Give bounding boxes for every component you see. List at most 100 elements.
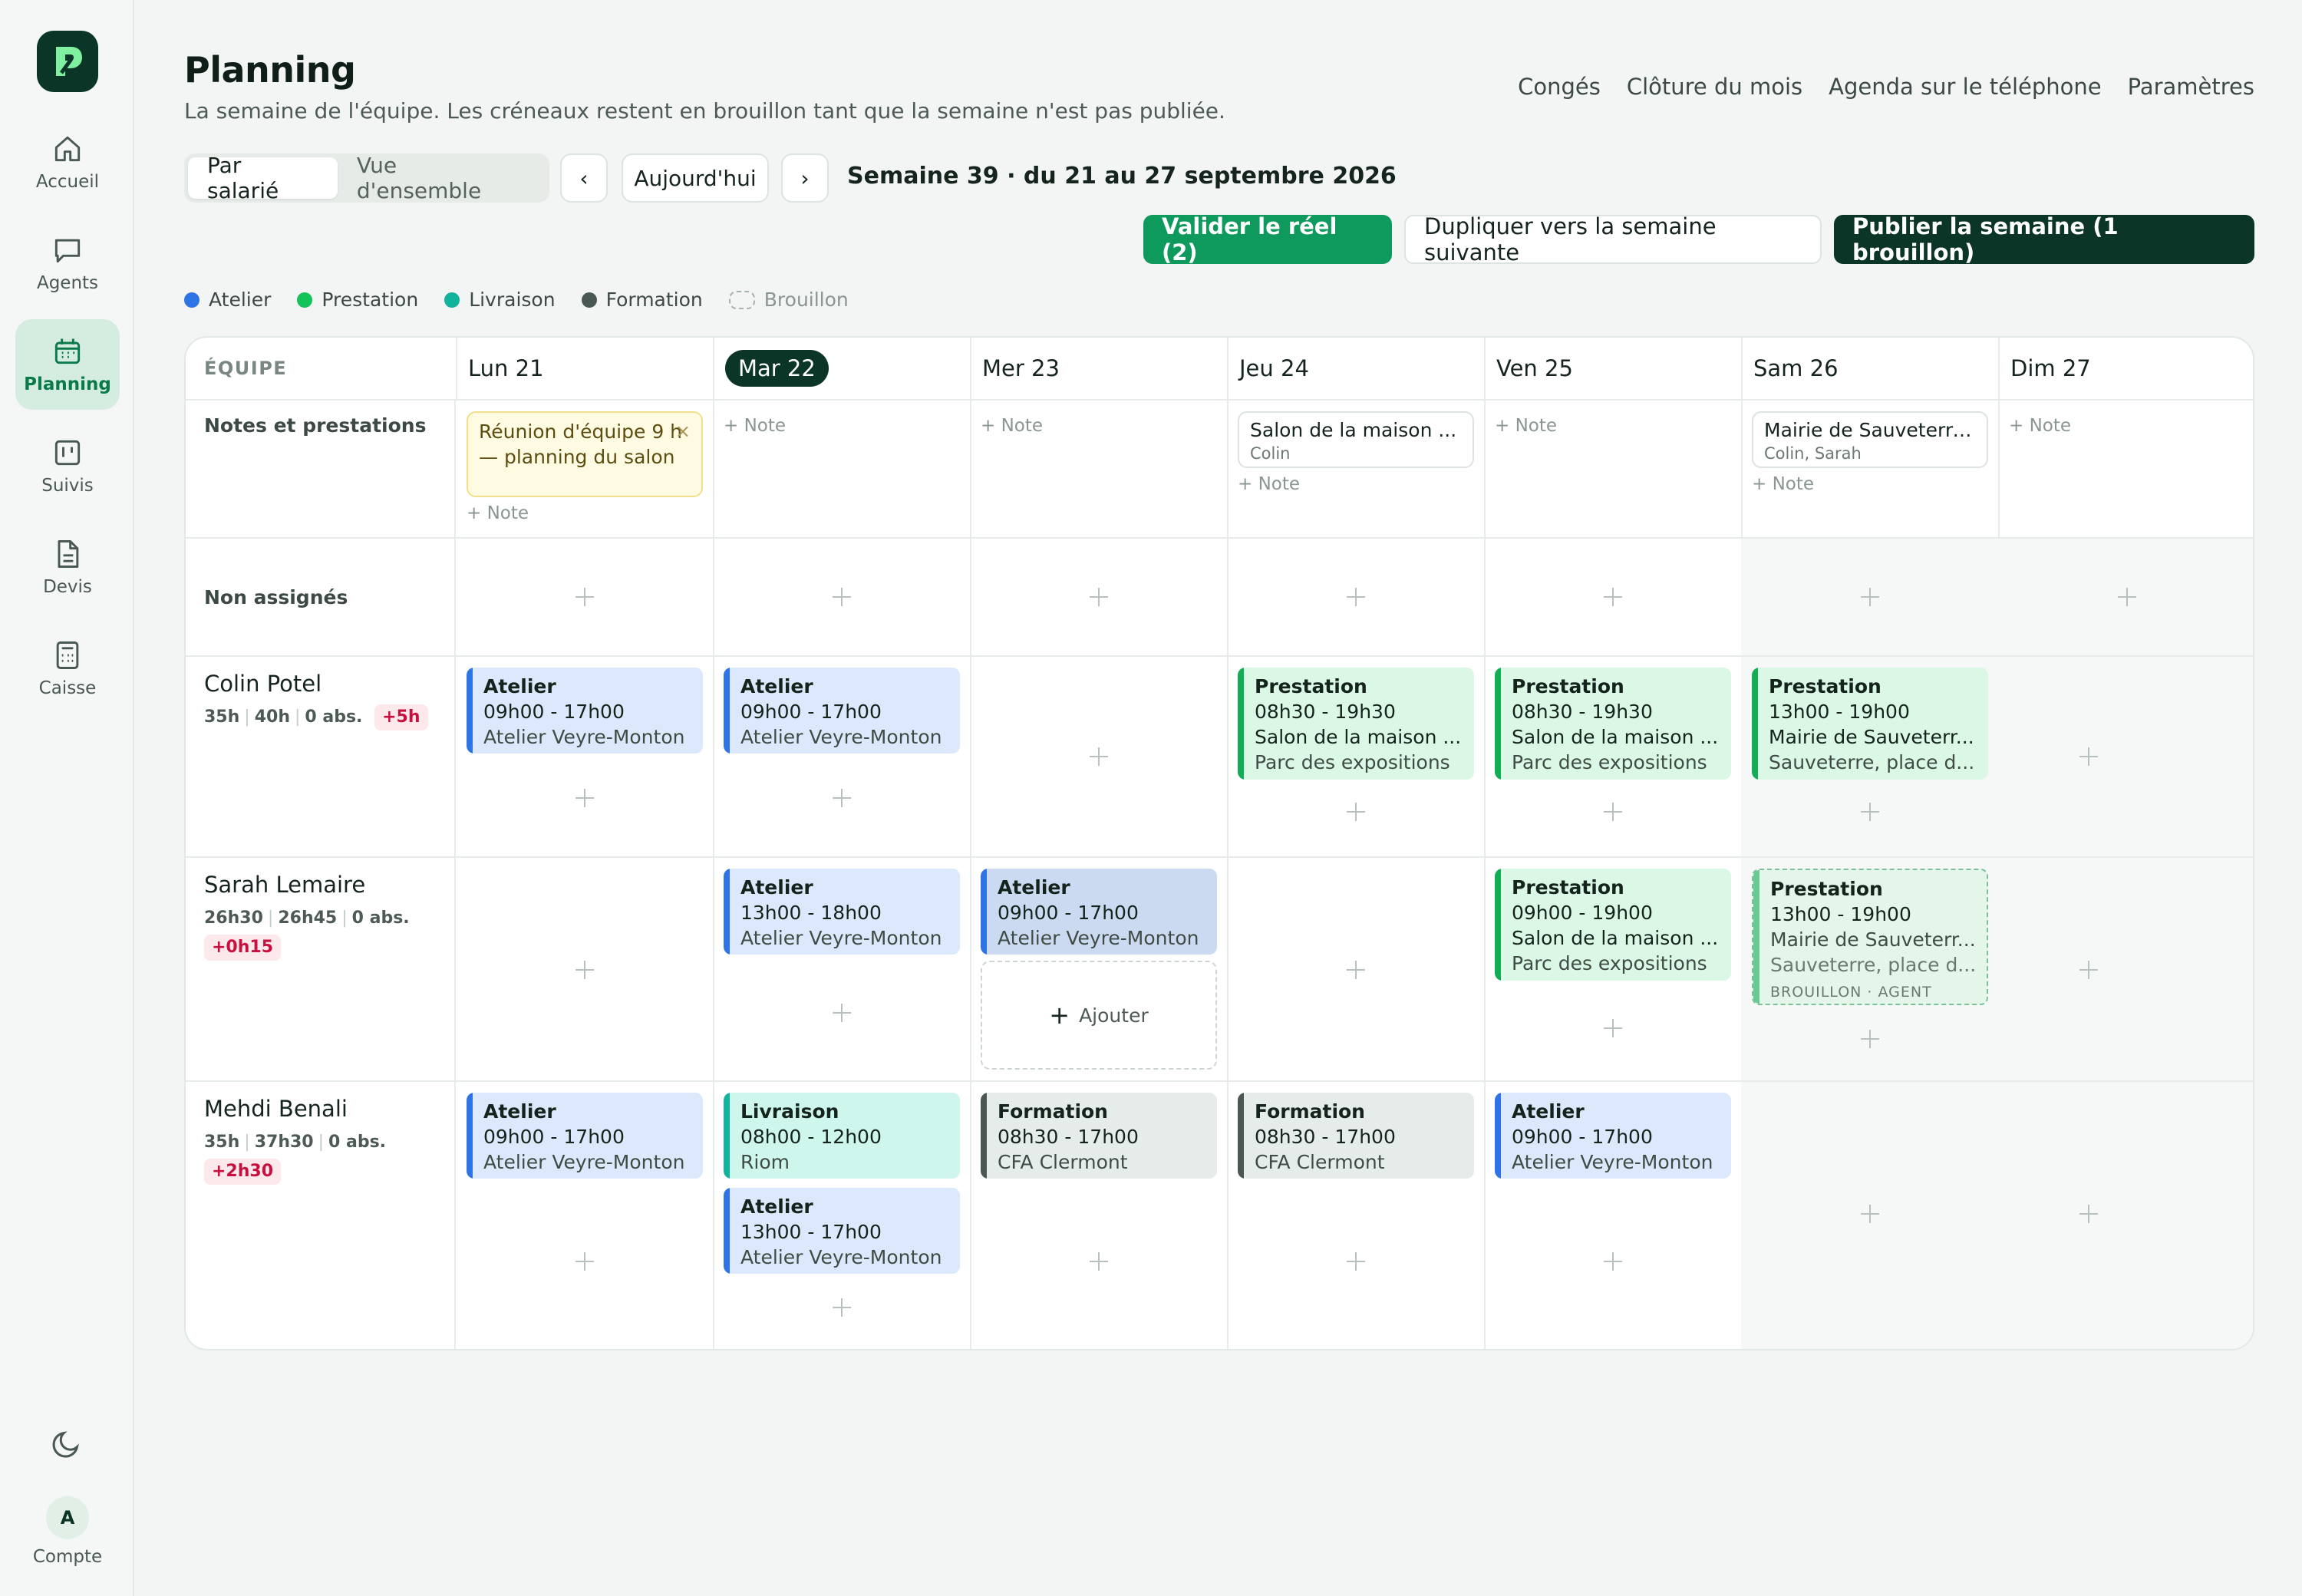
shift-cell-sarah-tue[interactable]: Atelier 13h00 - 18h00 Atelier Veyre-Mont…: [713, 858, 971, 1082]
shift-card[interactable]: Atelier 09h00 - 17h00 Atelier Veyre-Mont…: [981, 869, 1217, 955]
link-conges[interactable]: Congés: [1518, 74, 1601, 100]
event-note-salon[interactable]: Salon de la maison ... Colin: [1238, 411, 1474, 468]
add-shift-button[interactable]: + Ajouter: [981, 961, 1217, 1070]
moon-icon[interactable]: [49, 1426, 84, 1461]
sidebar-item-agents[interactable]: Agents: [15, 218, 120, 308]
add-icon[interactable]: [569, 783, 600, 813]
shift-card[interactable]: Atelier 09h00 - 17h00 Atelier Veyre-Mont…: [467, 1093, 703, 1179]
shift-cell-mehdi-sun[interactable]: [1998, 1082, 2253, 1349]
shift-cell-colin-fri[interactable]: Prestation 08h30 - 19h30 Salon de la mai…: [1484, 657, 1743, 858]
unassigned-cell-tue[interactable]: [713, 539, 971, 657]
today-button[interactable]: Aujourd'hui: [622, 153, 769, 203]
draft-shift-card[interactable]: Prestation 13h00 - 19h00 Mairie de Sauve…: [1752, 869, 1988, 1005]
shift-cell-colin-mon[interactable]: Atelier 09h00 - 17h00 Atelier Veyre-Mont…: [456, 657, 714, 858]
shift-card[interactable]: Atelier 13h00 - 17h00 Atelier Veyre-Mont…: [724, 1188, 960, 1274]
shift-cell-mehdi-wed[interactable]: Formation 08h30 - 17h00 CFA Clermont: [970, 1082, 1229, 1349]
validate-actual-button[interactable]: Valider le réel (2): [1143, 213, 1392, 265]
shift-cell-colin-sun[interactable]: [1998, 657, 2253, 858]
shift-cell-mehdi-mon[interactable]: Atelier 09h00 - 17h00 Atelier Veyre-Mont…: [456, 1082, 714, 1349]
shift-cell-colin-sat[interactable]: Prestation 13h00 - 19h00 Mairie de Sauve…: [1741, 657, 2000, 858]
add-icon[interactable]: [1341, 582, 1371, 612]
shift-cell-sarah-thu[interactable]: [1227, 858, 1486, 1082]
shift-card[interactable]: Formation 08h30 - 17h00 CFA Clermont: [981, 1093, 1217, 1179]
sidebar-item-planning[interactable]: Planning: [15, 319, 120, 410]
unassigned-cell-mon[interactable]: [456, 539, 714, 657]
shift-cell-mehdi-tue[interactable]: Livraison 08h00 - 12h00 Riom Atelier 13h…: [713, 1082, 971, 1349]
shift-card[interactable]: Prestation 08h30 - 19h30 Salon de la mai…: [1238, 668, 1474, 780]
shift-card[interactable]: Atelier 09h00 - 17h00 Atelier Veyre-Mont…: [467, 668, 703, 753]
unassigned-cell-fri[interactable]: [1484, 539, 1743, 657]
notes-cell-tue[interactable]: + Note: [713, 401, 971, 539]
shift-cell-sarah-fri[interactable]: Prestation 09h00 - 19h00 Salon de la mai…: [1484, 858, 1743, 1082]
add-icon[interactable]: [1855, 1199, 1885, 1229]
shift-card[interactable]: Formation 08h30 - 17h00 CFA Clermont: [1238, 1093, 1474, 1179]
notes-cell-fri[interactable]: + Note: [1484, 401, 1743, 539]
add-icon[interactable]: [1083, 1246, 1114, 1277]
shift-cell-colin-tue[interactable]: Atelier 09h00 - 17h00 Atelier Veyre-Mont…: [713, 657, 971, 858]
notes-cell-thu[interactable]: Salon de la maison ... Colin + Note: [1227, 401, 1486, 539]
shift-cell-colin-wed[interactable]: [970, 657, 1229, 858]
shift-cell-sarah-mon[interactable]: [456, 858, 714, 1082]
notes-cell-wed[interactable]: + Note: [970, 401, 1229, 539]
sidebar-item-suivis[interactable]: Suivis: [15, 420, 120, 511]
shift-cell-sarah-sun[interactable]: [1998, 858, 2253, 1082]
link-parametres[interactable]: Paramètres: [2128, 74, 2254, 100]
shift-cell-mehdi-thu[interactable]: Formation 08h30 - 17h00 CFA Clermont: [1227, 1082, 1486, 1349]
shift-card[interactable]: Atelier 09h00 - 17h00 Atelier Veyre-Mont…: [1495, 1093, 1731, 1179]
add-icon[interactable]: [2073, 955, 2104, 985]
add-icon[interactable]: [826, 582, 857, 612]
shift-cell-mehdi-fri[interactable]: Atelier 09h00 - 17h00 Atelier Veyre-Mont…: [1484, 1082, 1743, 1349]
shift-card[interactable]: Prestation 09h00 - 19h00 Salon de la mai…: [1495, 869, 1731, 981]
add-note-link[interactable]: + Note: [1495, 416, 1557, 436]
unassigned-cell-sat[interactable]: [1741, 539, 2000, 657]
add-icon[interactable]: [1598, 1246, 1628, 1277]
add-icon[interactable]: [1083, 582, 1114, 612]
shift-cell-mehdi-sat[interactable]: [1741, 1082, 2000, 1349]
publish-week-button[interactable]: Publier la semaine (1 brouillon): [1834, 213, 2254, 265]
add-note-link[interactable]: + Note: [981, 416, 1043, 436]
add-icon[interactable]: [826, 1292, 857, 1323]
team-meeting-note[interactable]: Réunion d'équipe 9 h — planning du salon…: [467, 411, 703, 497]
employee-name[interactable]: Sarah Lemaire: [204, 872, 454, 898]
duplicate-week-button[interactable]: Dupliquer vers la semaine suivante: [1404, 213, 1822, 265]
add-icon[interactable]: [1341, 955, 1371, 985]
next-week-button[interactable]: ›: [781, 153, 829, 203]
employee-name[interactable]: Colin Potel: [204, 671, 454, 697]
unassigned-cell-thu[interactable]: [1227, 539, 1486, 657]
link-cloture-mois[interactable]: Clôture du mois: [1627, 74, 1802, 100]
shift-cell-colin-thu[interactable]: Prestation 08h30 - 19h30 Salon de la mai…: [1227, 657, 1486, 858]
app-logo[interactable]: [37, 31, 98, 92]
shift-card[interactable]: Prestation 08h30 - 19h30 Salon de la mai…: [1495, 668, 1731, 780]
add-icon[interactable]: [1598, 1013, 1628, 1044]
add-icon[interactable]: [569, 1246, 600, 1277]
add-note-link[interactable]: + Note: [467, 503, 529, 523]
sidebar-item-caisse[interactable]: Caisse: [15, 623, 120, 714]
shift-card[interactable]: Prestation 13h00 - 19h00 Mairie de Sauve…: [1752, 668, 1988, 780]
shift-card[interactable]: Livraison 08h00 - 12h00 Riom: [724, 1093, 960, 1179]
unassigned-cell-wed[interactable]: [970, 539, 1229, 657]
add-icon[interactable]: [2073, 1199, 2104, 1229]
view-overview-tab[interactable]: Vue d'ensemble: [338, 153, 546, 203]
unassigned-cell-sun[interactable]: [1998, 539, 2253, 657]
add-icon[interactable]: [826, 783, 857, 813]
add-icon[interactable]: [569, 955, 600, 985]
add-note-link[interactable]: + Note: [724, 416, 786, 436]
close-icon[interactable]: ×: [675, 419, 691, 444]
notes-cell-sun[interactable]: + Note: [1998, 401, 2253, 539]
add-note-link[interactable]: + Note: [1238, 474, 1300, 494]
add-icon[interactable]: [569, 582, 600, 612]
add-icon[interactable]: [1598, 582, 1628, 612]
add-icon[interactable]: [1598, 796, 1628, 827]
shift-cell-sarah-wed[interactable]: Atelier 09h00 - 17h00 Atelier Veyre-Mont…: [970, 858, 1229, 1082]
sidebar-item-devis[interactable]: Devis: [15, 522, 120, 612]
add-icon[interactable]: [2073, 741, 2104, 772]
shift-card[interactable]: Atelier 09h00 - 17h00 Atelier Veyre-Mont…: [724, 668, 960, 753]
add-icon[interactable]: [826, 998, 857, 1028]
add-icon[interactable]: [1083, 741, 1114, 772]
add-note-link[interactable]: + Note: [1752, 474, 1814, 494]
add-icon[interactable]: [2112, 582, 2142, 612]
add-icon[interactable]: [1341, 1246, 1371, 1277]
add-note-link[interactable]: + Note: [2009, 416, 2071, 436]
shift-card[interactable]: Atelier 13h00 - 18h00 Atelier Veyre-Mont…: [724, 869, 960, 955]
notes-cell-mon[interactable]: Réunion d'équipe 9 h — planning du salon…: [456, 401, 714, 539]
